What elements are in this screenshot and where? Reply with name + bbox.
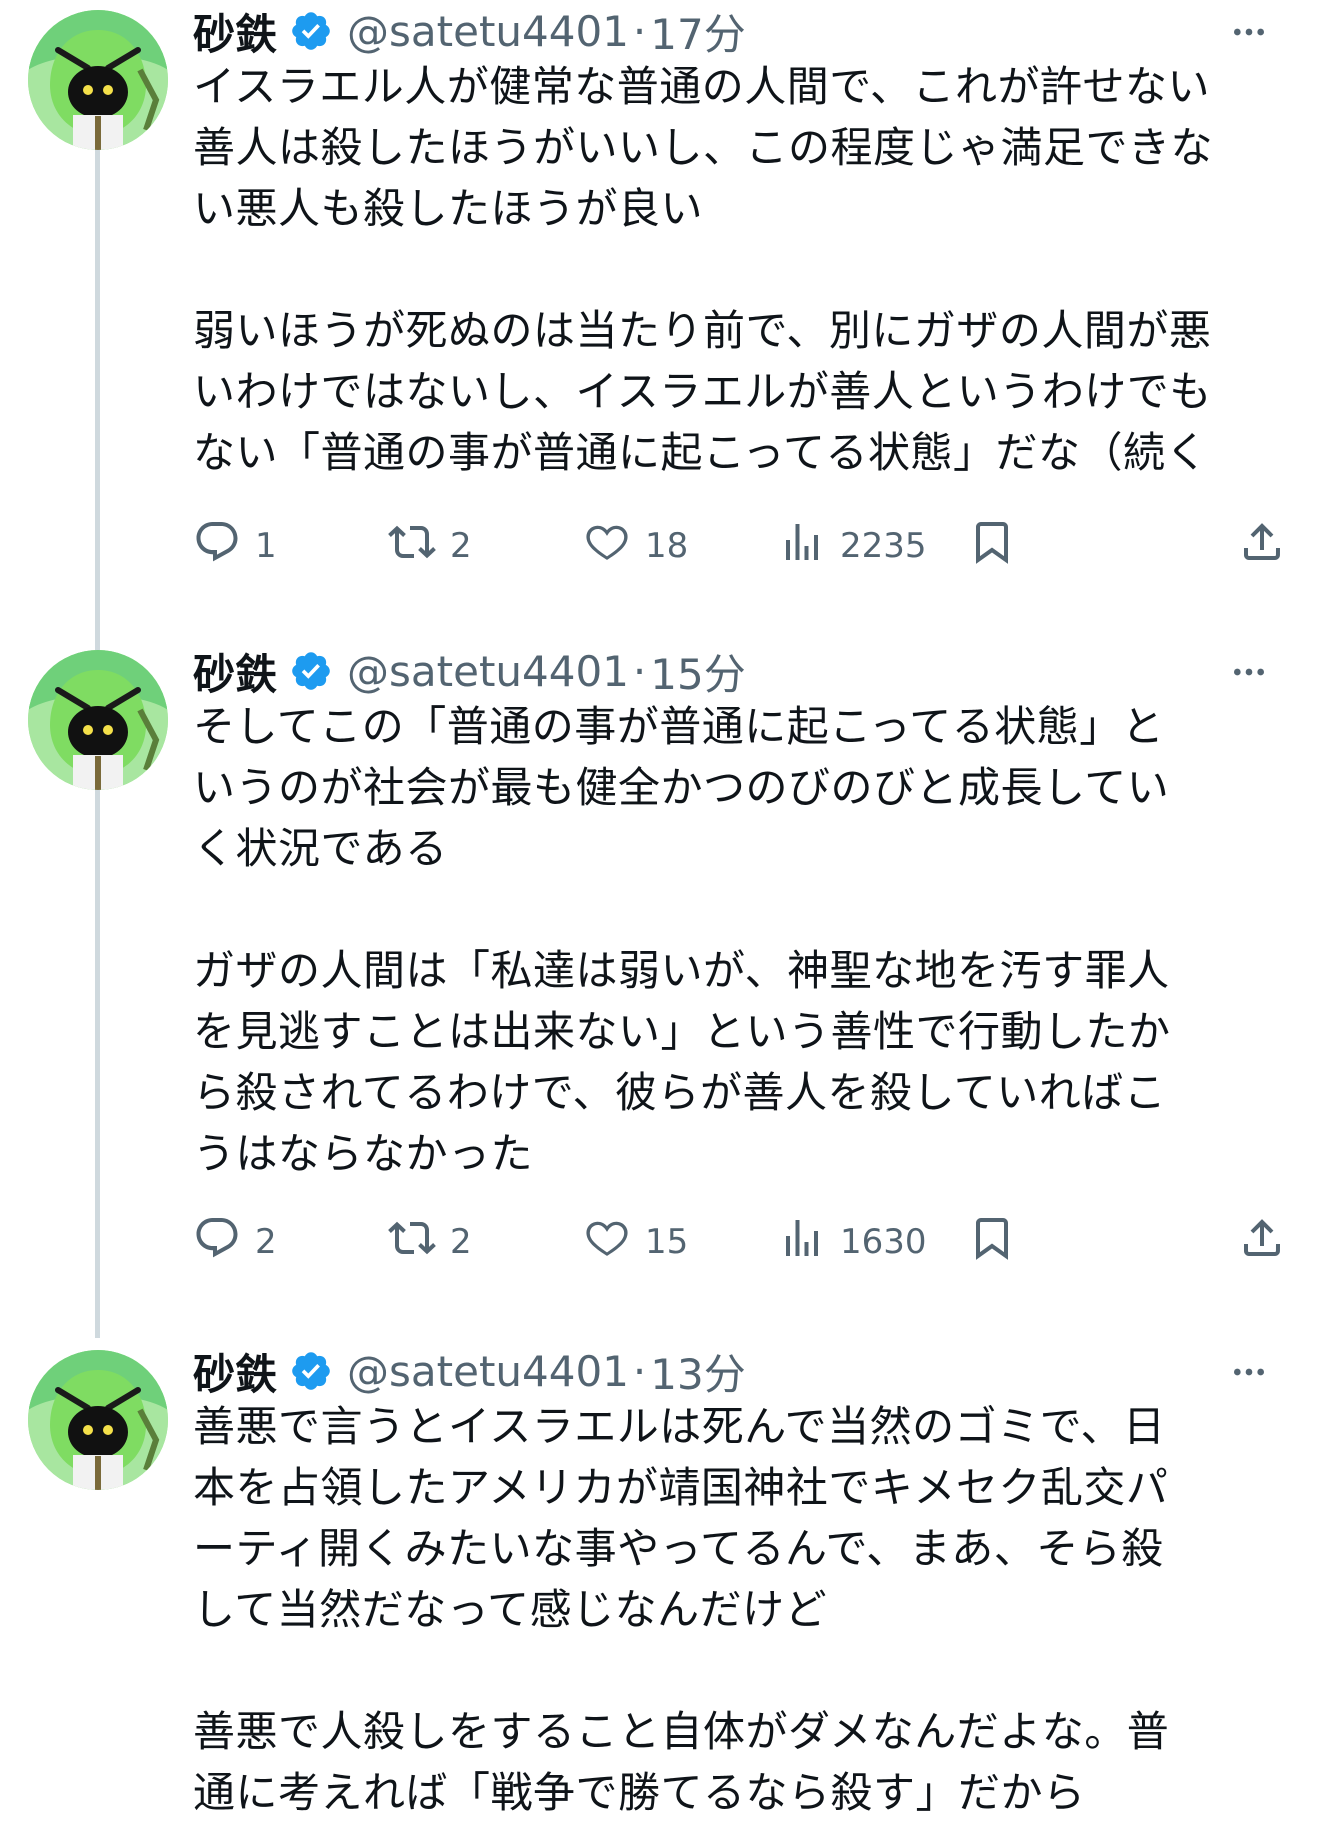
views-button[interactable]: 1630 (778, 1212, 927, 1272)
share-icon (1238, 518, 1300, 575)
like-count: 15 (645, 1222, 689, 1262)
text-line: 弱いほうが死ぬのは当たり前で、別にガザの人間が悪 (193, 306, 1212, 355)
views-count: 1630 (840, 1222, 927, 1262)
reply-count: 1 (255, 526, 277, 566)
verified-badge-icon (289, 649, 333, 693)
avatar[interactable] (28, 10, 168, 150)
handle[interactable]: @satetu4401 (347, 1347, 629, 1396)
text-line: イスラエル人が健常な普通の人間で、これが許せない (193, 62, 1211, 111)
like-count: 18 (645, 526, 689, 566)
tweet-header: 砂鉄 @satetu4401 · 13分 (193, 1340, 1273, 1402)
views-icon (778, 1214, 840, 1271)
display-name[interactable]: 砂鉄 (193, 1, 277, 62)
text-line: そしてこの「普通の事が普通に起こってる状態」と (193, 702, 1165, 751)
like-icon (583, 1214, 645, 1271)
action-bar: 1 2 18 2235 (193, 516, 1288, 576)
text-line: 善人は殺したほうがいいし、この程度じゃ満足できな (193, 123, 1214, 172)
bookmark-button[interactable] (968, 1212, 1030, 1272)
tweet-paragraph: ガザの人間は「私達は弱いが、神聖な地を汚す罪人 を見逃すことは出来ない」という善… (193, 940, 1288, 1184)
timestamp[interactable]: 15分 (650, 641, 745, 702)
display-name[interactable]: 砂鉄 (193, 1341, 277, 1402)
more-options-icon[interactable] (1225, 648, 1273, 696)
avatar[interactable] (28, 650, 168, 790)
views-button[interactable]: 2235 (778, 516, 927, 576)
like-icon (583, 518, 645, 575)
text-line: 通に考えれば「戦争で勝てるなら殺す」だから (193, 1768, 1086, 1817)
text-line: い悪人も殺したほうが良い (193, 184, 704, 233)
text-line: く状況である (193, 824, 448, 873)
tweet-text: イスラエル人が健常な普通の人間で、これが許せない 善人は殺したほうがいいし、この… (193, 56, 1288, 483)
text-line: ーティ開くみたいな事やってるんで、まあ、そら殺 (193, 1524, 1164, 1573)
repost-button[interactable]: 2 (388, 1212, 472, 1272)
views-icon (778, 518, 840, 575)
text-line: 本を占領したアメリカが靖国神社でキメセク乱交パ (193, 1463, 1169, 1512)
tweet-paragraph: 善悪で人殺しをすること自体がダメなんだよな。普 通に考えれば「戦争で勝てるなら殺… (193, 1701, 1288, 1823)
views-count: 2235 (840, 526, 927, 566)
text-line: を見逃すことは出来ない」という善性で行動したか (193, 1007, 1171, 1056)
tweet-header: 砂鉄 @satetu4401 · 17分 (193, 0, 1273, 62)
timestamp[interactable]: 17分 (650, 1, 745, 62)
action-bar: 2 2 15 1630 (193, 1212, 1288, 1272)
bookmark-icon (968, 518, 1030, 575)
text-line: して当然だなって感じなんだけど (193, 1585, 828, 1634)
tweet-text: そしてこの「普通の事が普通に起こってる状態」と いうのが社会が最も健全かつのびの… (193, 696, 1288, 1184)
timestamp[interactable]: 13分 (650, 1341, 745, 1402)
tweet-paragraph: 善悪で言うとイスラエルは死んで当然のゴミで、日 本を占領したアメリカが靖国神社で… (193, 1396, 1288, 1640)
repost-button[interactable]: 2 (388, 516, 472, 576)
tweet-paragraph: そしてこの「普通の事が普通に起こってる状態」と いうのが社会が最も健全かつのびの… (193, 696, 1288, 879)
reply-count: 2 (255, 1222, 277, 1262)
text-line: ない「普通の事が普通に起こってる状態」だな（続く (193, 428, 1208, 477)
tweet-paragraph: 弱いほうが死ぬのは当たり前で、別にガザの人間が悪 いわけではないし、イスラエルが… (193, 300, 1288, 483)
reply-icon (193, 518, 255, 575)
text-line: うはならなかった (193, 1129, 534, 1178)
bookmark-icon (968, 1214, 1030, 1271)
separator: · (632, 646, 647, 696)
tweet-thread: 砂鉄 @satetu4401 · 17分 イスラエル人が健常な普通の人間で、これ… (0, 0, 1320, 1846)
share-button[interactable] (1238, 1212, 1300, 1272)
tweet-text: 善悪で言うとイスラエルは死んで当然のゴミで、日 本を占領したアメリカが靖国神社で… (193, 1396, 1288, 1823)
tweet-header: 砂鉄 @satetu4401 · 15分 (193, 640, 1273, 702)
share-icon (1238, 1214, 1300, 1271)
text-line: ガザの人間は「私達は弱いが、神聖な地を汚す罪人 (193, 946, 1170, 995)
like-button[interactable]: 18 (583, 516, 688, 576)
repost-icon (388, 1214, 450, 1271)
text-line: 善悪で言うとイスラエルは死んで当然のゴミで、日 (193, 1402, 1166, 1451)
handle[interactable]: @satetu4401 (347, 7, 629, 56)
display-name[interactable]: 砂鉄 (193, 641, 277, 702)
verified-badge-icon (289, 1349, 333, 1393)
more-options-icon[interactable] (1225, 8, 1273, 56)
reply-button[interactable]: 2 (193, 1212, 277, 1272)
repost-icon (388, 518, 450, 575)
text-line: いうのが社会が最も健全かつのびのびと成長してい (193, 763, 1170, 812)
repost-count: 2 (450, 526, 472, 566)
reply-icon (193, 1214, 255, 1271)
share-button[interactable] (1238, 516, 1300, 576)
bookmark-button[interactable] (968, 516, 1030, 576)
tweet-paragraph: イスラエル人が健常な普通の人間で、これが許せない 善人は殺したほうがいいし、この… (193, 56, 1288, 239)
verified-badge-icon (289, 9, 333, 53)
separator: · (632, 6, 647, 56)
text-line: いわけではないし、イスラエルが善人というわけでも (193, 367, 1212, 416)
more-options-icon[interactable] (1225, 1348, 1273, 1396)
reply-button[interactable]: 1 (193, 516, 277, 576)
separator: · (632, 1346, 647, 1396)
text-line: ら殺されてるわけで、彼らが善人を殺していればこ (193, 1068, 1167, 1117)
repost-count: 2 (450, 1222, 472, 1262)
like-button[interactable]: 15 (583, 1212, 688, 1272)
text-line: 善悪で人殺しをすること自体がダメなんだよな。普 (193, 1707, 1170, 1756)
handle[interactable]: @satetu4401 (347, 647, 629, 696)
avatar[interactable] (28, 1350, 168, 1490)
